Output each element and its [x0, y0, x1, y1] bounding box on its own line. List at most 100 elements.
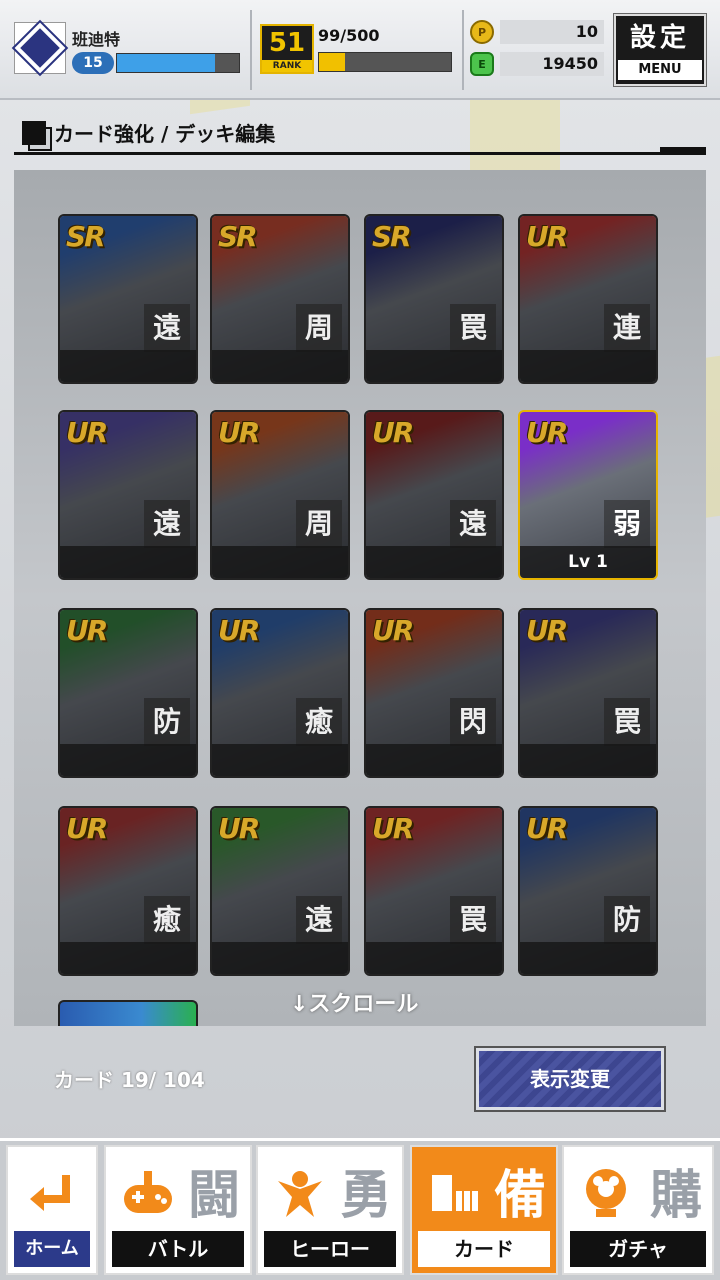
card-type: 罠 [450, 896, 496, 944]
nav-tab-gacha[interactable]: 購ガチャ [562, 1145, 714, 1275]
card-type: 弱 [604, 500, 650, 548]
card-level [212, 350, 348, 382]
title-square-icon [22, 120, 46, 145]
divider [250, 10, 252, 90]
card-type: 罠 [450, 304, 496, 352]
nav-tab-home[interactable]: ホーム [6, 1145, 98, 1275]
rank-number: 51 [268, 28, 306, 58]
display-change-button[interactable]: 表示変更 [474, 1046, 666, 1112]
menu-kanji: 設定 [629, 23, 690, 53]
card-level [60, 546, 196, 578]
card-type: 遠 [450, 500, 496, 548]
rank-badge: 51 RANK [260, 24, 314, 74]
card-item[interactable]: UR 遠 [58, 410, 198, 580]
player-avatar[interactable] [11, 19, 69, 77]
player-name: 班迪特 [72, 30, 121, 49]
menu-button[interactable]: 設定 MENU [613, 13, 707, 87]
card-type: 周 [296, 500, 342, 548]
card-item[interactable]: UR 遠 [210, 806, 350, 976]
cards-icon [426, 1165, 482, 1221]
card-rarity: SR [372, 220, 412, 253]
divider [462, 10, 464, 90]
card-rarity: UR [218, 614, 260, 647]
level-progress-bar [116, 53, 240, 73]
card-item[interactable]: UR 閃 [364, 608, 504, 778]
section-title-text: カード強化 / デッキ編集 [54, 122, 276, 146]
card-item[interactable]: SR 遠 [58, 214, 198, 384]
nav-label: ガチャ [570, 1231, 706, 1267]
card-type: 遠 [144, 304, 190, 352]
card-item[interactable]: UR 防 [518, 806, 658, 976]
card-level [60, 942, 196, 974]
card-type: 閃 [450, 698, 496, 746]
card-item[interactable]: UR 弱 Lv 1 [518, 410, 658, 580]
rank-label: RANK [262, 60, 312, 72]
nav-label: ヒーロー [264, 1231, 396, 1267]
card-rarity: UR [372, 614, 414, 647]
title-underline [14, 152, 706, 155]
card-rarity: UR [526, 220, 568, 253]
card-rarity: UR [526, 614, 568, 647]
card-type: 周 [296, 304, 342, 352]
card-type: 癒 [296, 698, 342, 746]
card-item[interactable]: UR 癒 [58, 806, 198, 976]
nav-kanji: 備 [493, 1166, 546, 1226]
nav-tab-battle[interactable]: 闘バトル [104, 1145, 252, 1275]
card-item[interactable]: UR 癒 [210, 608, 350, 778]
nav-tab-card[interactable]: 備カード [410, 1145, 558, 1275]
card-item[interactable]: UR 罠 [518, 608, 658, 778]
card-item[interactable]: UR 罠 [364, 806, 504, 976]
card-item[interactable]: UR 連 [518, 214, 658, 384]
card-count: カード 19/ 104 [54, 1068, 205, 1092]
nav-tab-hero[interactable]: 勇ヒーロー [256, 1145, 404, 1275]
coin-p-icon: P [470, 20, 494, 44]
card-level [366, 942, 502, 974]
card-item[interactable]: UR 遠 [364, 410, 504, 580]
card-item[interactable]: UR 防 [58, 608, 198, 778]
card-level [366, 350, 502, 382]
nav-label: ホーム [14, 1231, 90, 1267]
nav-kanji: 購 [649, 1166, 702, 1226]
section-title: カード強化 / デッキ編集 [22, 118, 275, 147]
nav-kanji: 勇 [339, 1166, 392, 1226]
card-rarity: UR [218, 812, 260, 845]
card-rarity: SR [218, 220, 258, 253]
card-level [212, 942, 348, 974]
card-rarity: UR [526, 812, 568, 845]
card-level [520, 744, 656, 776]
card-type: 連 [604, 304, 650, 352]
card-grid-panel[interactable]: SR 遠 SR 周 SR 罠 UR 連 UR 遠 UR 周 UR 遠 UR 弱 Lv 1 UR 防 UR 癒 UR 閃 UR 罠… [14, 170, 706, 1026]
card-level [520, 942, 656, 974]
nav-label: バトル [112, 1231, 244, 1267]
coin-e-value: 19450 [500, 52, 604, 76]
card-level [366, 546, 502, 578]
nav-kanji: 闘 [187, 1166, 240, 1226]
nav-label: カード [418, 1231, 550, 1267]
card-type: 罠 [604, 698, 650, 746]
card-rarity: UR [372, 812, 414, 845]
card-rarity: UR [66, 812, 108, 845]
card-type: 遠 [144, 500, 190, 548]
card-item-partial[interactable] [58, 1000, 198, 1026]
card-item[interactable]: SR 罠 [364, 214, 504, 384]
card-type: 防 [144, 698, 190, 746]
card-rarity: UR [526, 416, 568, 449]
card-item[interactable]: SR 周 [210, 214, 350, 384]
card-rarity: UR [218, 416, 260, 449]
level-progress-fill [117, 54, 215, 72]
coin-e-icon: E [470, 52, 494, 76]
card-level [520, 350, 656, 382]
card-level [60, 744, 196, 776]
card-level [212, 546, 348, 578]
gacha-icon [578, 1165, 634, 1221]
gamepad-icon [120, 1165, 176, 1221]
bottom-nav: ホーム闘バトル勇ヒーロー備カード購ガチャ [0, 1138, 720, 1280]
emblem-icon [11, 19, 69, 77]
scroll-hint: ↓スクロール [290, 992, 419, 1017]
card-rarity: UR [66, 416, 108, 449]
rank-progress-fill [319, 53, 346, 71]
card-level [366, 744, 502, 776]
return-arrow-icon [22, 1165, 78, 1221]
card-item[interactable]: UR 周 [210, 410, 350, 580]
rank-exp-text: 99/500 [318, 26, 380, 45]
